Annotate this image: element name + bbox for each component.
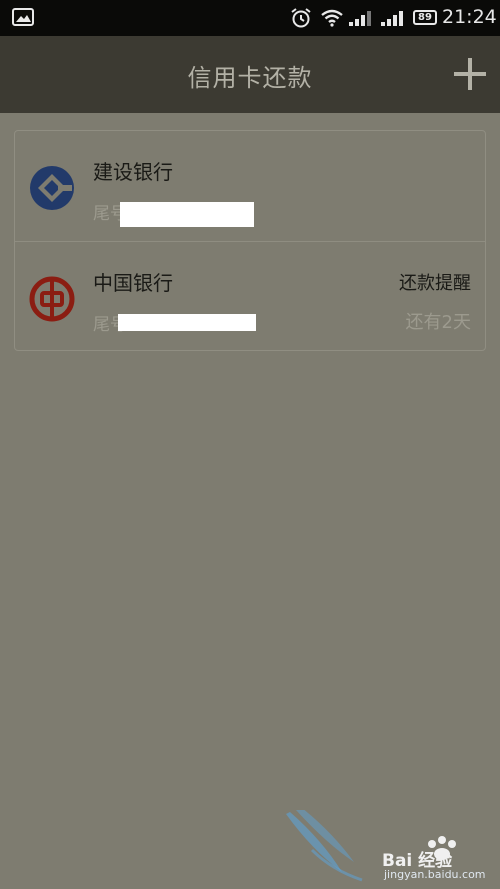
redaction-mask xyxy=(120,202,254,227)
signal-icon xyxy=(349,11,371,26)
plus-icon xyxy=(454,58,486,90)
add-card-button[interactable] xyxy=(446,50,494,98)
card-item-boc[interactable]: 中国银行 尾号 还款提醒 还有2天 xyxy=(15,242,485,352)
ccb-logo-icon xyxy=(30,166,74,210)
alarm-icon xyxy=(291,8,311,28)
days-left-label: 还有2天 xyxy=(405,312,471,333)
battery-indicator: 89 xyxy=(413,10,437,25)
app-header: 信用卡还款 xyxy=(0,36,500,113)
repayment-reminder-label: 还款提醒 xyxy=(399,273,471,294)
page-title: 信用卡还款 xyxy=(187,64,313,92)
redaction-mask xyxy=(118,314,256,331)
credit-card-list: 建设银行 尾号 中国银行 尾号 还款提醒 还有2天 xyxy=(14,130,486,351)
gallery-icon xyxy=(12,8,34,26)
signal-icon-2 xyxy=(381,11,403,26)
status-time: 21:24 xyxy=(442,6,497,28)
bank-name: 建设银行 xyxy=(93,160,173,184)
wifi-icon xyxy=(321,9,343,27)
card-item-ccb[interactable]: 建设银行 尾号 xyxy=(15,131,485,241)
bank-name: 中国银行 xyxy=(93,271,173,295)
status-bar: 89 21:24 xyxy=(0,0,500,36)
watermark-url: jingyan.baidu.com xyxy=(384,868,486,881)
boc-logo-icon xyxy=(29,276,75,322)
